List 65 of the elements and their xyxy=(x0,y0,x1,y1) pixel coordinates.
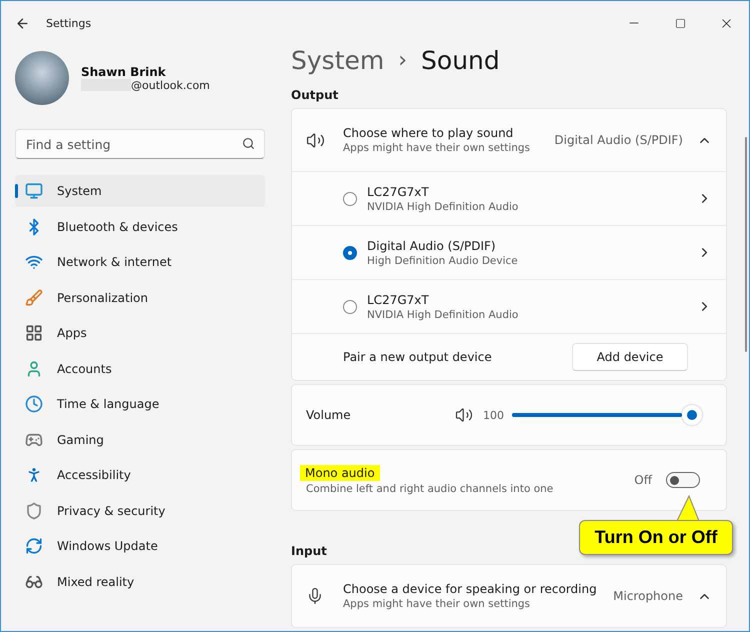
device-name: Digital Audio (S/PDIF) xyxy=(367,238,497,252)
window-title: Settings xyxy=(46,16,92,30)
sidebar-item[interactable]: Personalization xyxy=(15,282,265,314)
pair-device-label: Pair a new output device xyxy=(343,350,493,364)
microphone-icon xyxy=(306,587,324,605)
volume-label: Volume xyxy=(306,408,352,422)
device-row[interactable]: LC27G7xT NVIDIA High Definition Audio xyxy=(292,279,726,333)
section-heading: Output xyxy=(291,88,340,102)
avatar xyxy=(15,51,69,105)
radio-button[interactable] xyxy=(343,300,357,314)
setting-description: Apps might have their own settings xyxy=(343,598,530,610)
sidebar-item[interactable]: Gaming xyxy=(15,424,265,456)
toggle-state-label: Off xyxy=(634,473,652,487)
sidebar-item[interactable]: Mixed reality xyxy=(15,566,265,598)
radio-button[interactable] xyxy=(343,192,357,206)
speaker-icon xyxy=(455,406,473,424)
breadcrumb-link[interactable]: System xyxy=(291,46,384,75)
monitor-icon xyxy=(25,182,43,200)
clock-icon xyxy=(25,395,43,413)
setting-title: Choose a device for speaking or recording xyxy=(343,582,598,596)
scrollbar[interactable] xyxy=(745,137,747,352)
search-icon xyxy=(242,137,255,150)
sidebar-item[interactable]: Accessibility xyxy=(15,459,265,491)
shield-icon xyxy=(25,502,43,520)
sidebar-item[interactable]: Bluetooth & devices xyxy=(15,210,265,242)
sidebar-item[interactable]: Windows Update xyxy=(15,530,265,562)
selection-indicator xyxy=(15,184,18,198)
user-email: @outlook.com xyxy=(131,78,210,92)
brush-icon xyxy=(25,288,43,306)
setting-value: Microphone xyxy=(613,589,683,603)
setting-value: Digital Audio (S/PDIF) xyxy=(554,133,683,147)
sidebar-item[interactable]: Time & language xyxy=(15,388,265,420)
slider-thumb[interactable] xyxy=(682,405,702,425)
setting-title: Choose where to play sound xyxy=(343,126,514,140)
device-driver: High Definition Audio Device xyxy=(367,254,518,266)
back-icon[interactable] xyxy=(15,16,30,30)
device-name: LC27G7xT xyxy=(367,184,430,198)
speaker-icon xyxy=(306,130,325,150)
toggle-switch[interactable] xyxy=(666,472,700,488)
volume-reading: 100 xyxy=(483,408,504,422)
radio-button[interactable] xyxy=(343,246,357,260)
apps-icon xyxy=(25,324,43,342)
setting-title: Mono audio xyxy=(300,465,380,481)
breadcrumb-separator: › xyxy=(398,48,408,73)
section-heading: Input xyxy=(291,544,328,558)
setting-description: Apps might have their own settings xyxy=(343,142,530,154)
refresh-icon xyxy=(25,537,43,555)
device-name: LC27G7xT xyxy=(367,292,430,306)
sidebar-item[interactable]: Privacy & security xyxy=(15,494,265,526)
wifi-icon xyxy=(25,253,43,271)
add-device-button[interactable]: Add device xyxy=(572,343,688,371)
sidebar-item[interactable]: Accounts xyxy=(15,352,265,384)
user-name: Shawn Brink xyxy=(81,64,167,78)
sidebar-item[interactable]: Network & internet xyxy=(15,246,265,278)
device-row[interactable]: Digital Audio (S/PDIF) High Definition Audio Device xyxy=(292,225,726,279)
device-row[interactable]: LC27G7xT NVIDIA High Definition Audio xyxy=(292,171,726,225)
sidebar-item[interactable]: System xyxy=(15,175,265,207)
sidebar-item[interactable]: Apps xyxy=(15,317,265,349)
search-field[interactable]: Find a setting xyxy=(15,129,265,159)
maximize-icon[interactable] xyxy=(674,18,686,28)
device-driver: NVIDIA High Definition Audio xyxy=(367,308,518,320)
person-icon xyxy=(25,360,43,378)
device-driver: NVIDIA High Definition Audio xyxy=(367,200,518,212)
setting-description: Combine left and right audio channels into one xyxy=(306,483,554,495)
page-title: Sound xyxy=(421,46,500,75)
